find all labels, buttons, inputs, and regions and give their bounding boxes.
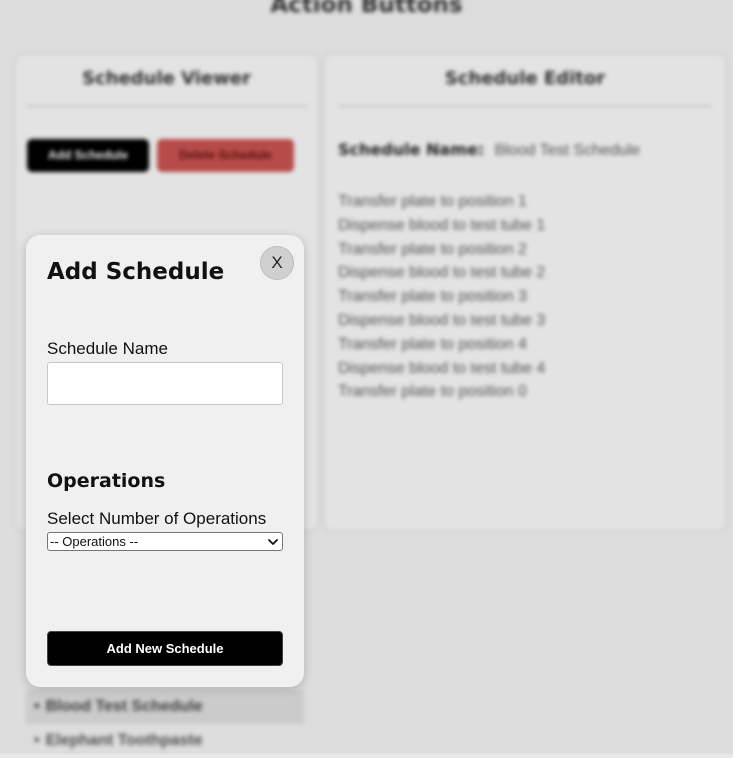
operations-heading: Operations: [47, 470, 166, 492]
schedule-name-field-label: Schedule Name: [47, 339, 168, 358]
add-new-schedule-button[interactable]: Add New Schedule: [47, 631, 283, 666]
chevron-down-icon: [268, 538, 278, 545]
operations-select-value: -- Operations --: [50, 534, 139, 549]
schedule-name-input[interactable]: [47, 362, 283, 405]
modal-title: Add Schedule: [47, 259, 225, 285]
add-schedule-modal: X Add Schedule Schedule Name Operations …: [26, 235, 304, 687]
operations-select-label: Select Number of Operations: [47, 509, 267, 528]
close-button[interactable]: X: [260, 246, 294, 280]
operations-select[interactable]: -- Operations --: [47, 532, 283, 551]
